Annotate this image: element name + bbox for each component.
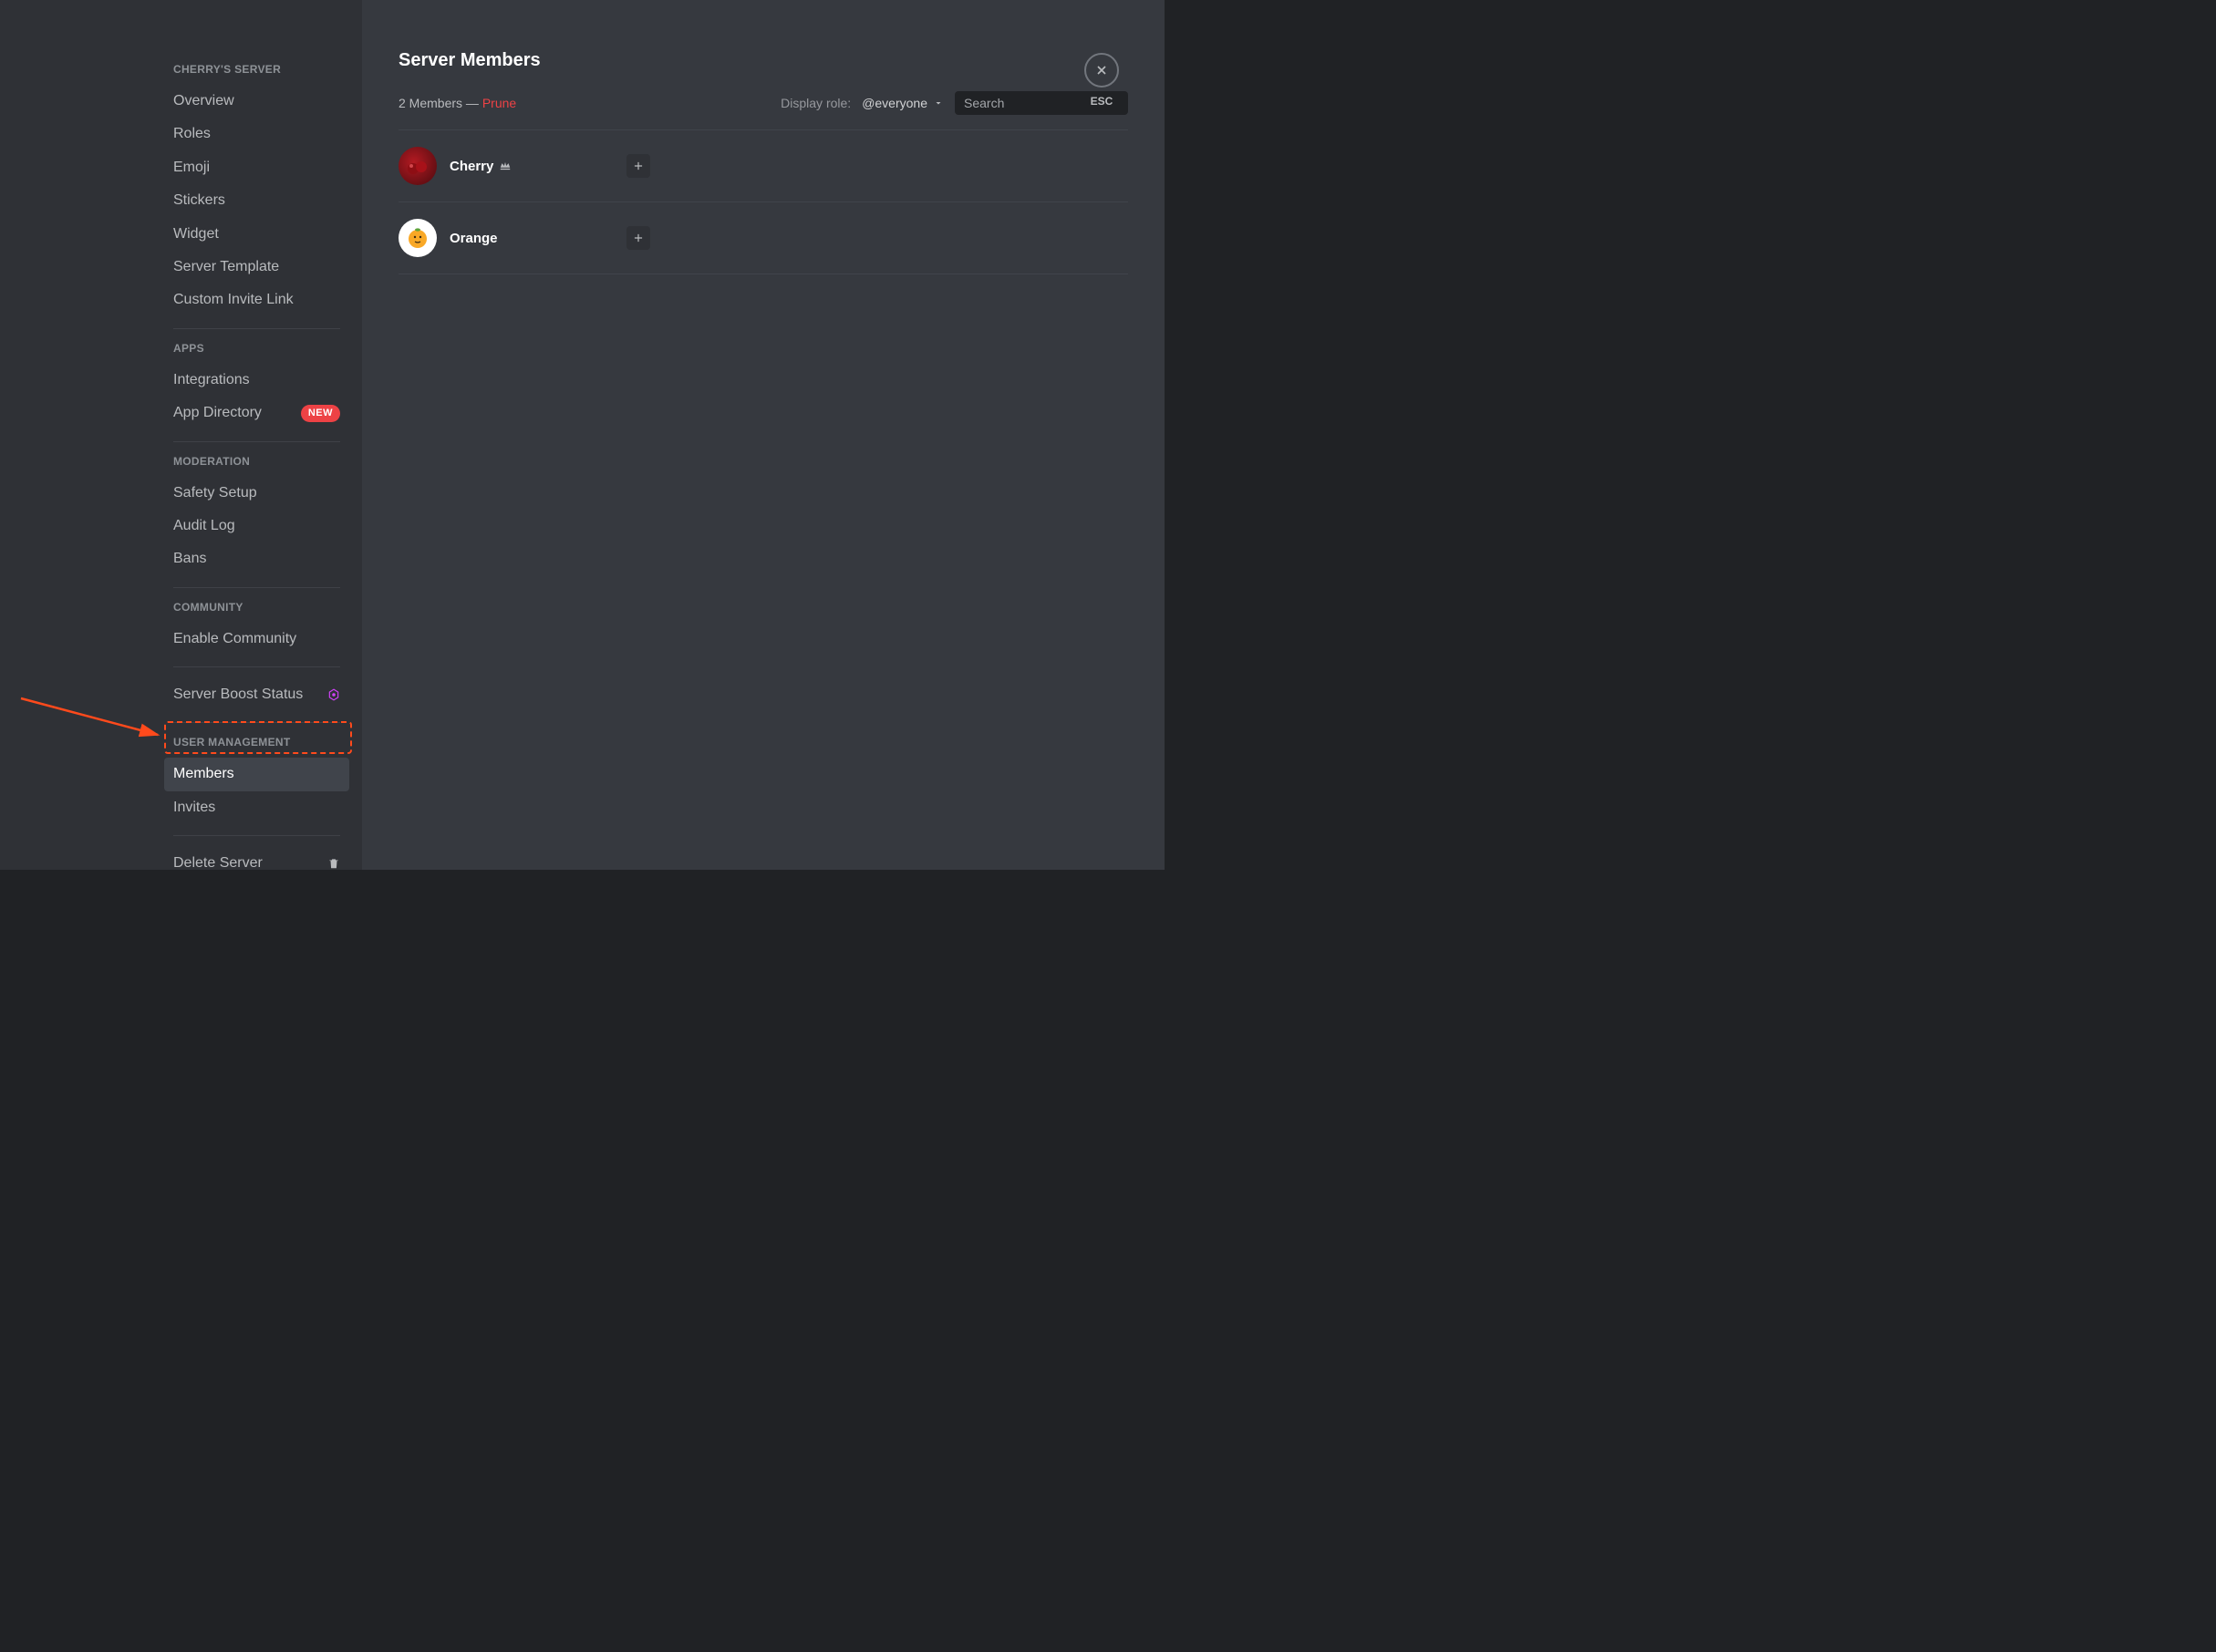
sidebar-item-bans[interactable]: Bans: [173, 542, 340, 575]
sidebar-item-roles[interactable]: Roles: [173, 118, 340, 150]
sidebar-item-label: Custom Invite Link: [173, 290, 294, 310]
member-row[interactable]: Cherry: [399, 130, 1128, 202]
sidebar-item-label: Emoji: [173, 158, 210, 178]
role-select[interactable]: @everyone: [862, 96, 944, 110]
divider: [173, 587, 340, 588]
sidebar-item-label: Enable Community: [173, 629, 296, 649]
chevron-down-icon: [933, 98, 944, 108]
member-name-text: Cherry: [450, 159, 493, 174]
toolbar-right: Display role: @everyone: [781, 91, 1128, 115]
plus-icon: [632, 160, 645, 172]
orange-avatar-icon: [405, 225, 430, 251]
section-header-user-management: USER MANAGEMENT: [173, 736, 340, 749]
sidebar-item-label: Overview: [173, 91, 234, 111]
close-icon: [1094, 63, 1109, 77]
member-name: Cherry: [450, 159, 614, 174]
sidebar-item-server-template[interactable]: Server Template: [173, 251, 340, 284]
role-selected-value: @everyone: [862, 96, 927, 110]
sidebar-item-label: Invites: [173, 798, 215, 818]
display-role-label: Display role:: [781, 96, 851, 110]
trash-icon: [327, 857, 340, 870]
section-header-server: CHERRY'S SERVER: [173, 63, 340, 76]
sidebar-item-label: Server Boost Status: [173, 685, 303, 705]
section-header-apps: APPS: [173, 342, 340, 355]
member-count: 2 Members — Prune: [399, 96, 516, 110]
member-row[interactable]: Orange: [399, 202, 1128, 274]
boost-icon: [327, 688, 340, 701]
page-title: Server Members: [399, 50, 1128, 71]
sidebar-item-label: Delete Server: [173, 853, 263, 873]
member-count-text: 2 Members —: [399, 96, 479, 110]
sidebar-item-label: Audit Log: [173, 516, 235, 536]
divider: [173, 835, 340, 836]
sidebar-item-emoji[interactable]: Emoji: [173, 151, 340, 184]
sidebar-item-custom-invite-link[interactable]: Custom Invite Link: [173, 284, 340, 316]
sidebar-item-delete-server[interactable]: Delete Server: [173, 847, 340, 880]
divider: [173, 666, 340, 667]
sidebar-item-label: App Directory: [173, 403, 262, 423]
members-toolbar: 2 Members — Prune Display role: @everyon…: [399, 91, 1128, 115]
sidebar-item-invites[interactable]: Invites: [173, 791, 340, 824]
sidebar-item-label: Members: [173, 764, 234, 784]
sidebar-item-enable-community[interactable]: Enable Community: [173, 623, 340, 656]
sidebar-item-app-directory[interactable]: App Directory NEW: [173, 397, 340, 429]
esc-label: ESC: [1091, 95, 1113, 108]
sidebar-item-members[interactable]: Members: [164, 758, 349, 790]
sidebar-item-server-boost[interactable]: Server Boost Status: [173, 678, 340, 711]
sidebar-item-stickers[interactable]: Stickers: [173, 184, 340, 217]
new-badge: NEW: [301, 405, 340, 422]
section-header-moderation: MODERATION: [173, 455, 340, 468]
sidebar-item-audit-log[interactable]: Audit Log: [173, 510, 340, 542]
member-name: Orange: [450, 231, 614, 246]
plus-icon: [632, 232, 645, 244]
add-role-button[interactable]: [626, 226, 650, 250]
avatar: [399, 147, 437, 185]
sidebar-item-safety-setup[interactable]: Safety Setup: [173, 477, 340, 510]
close-circle: [1084, 53, 1119, 88]
cherry-avatar-icon: [404, 152, 431, 180]
section-header-community: COMMUNITY: [173, 601, 340, 614]
add-role-button[interactable]: [626, 154, 650, 178]
sidebar-item-label: Integrations: [173, 370, 250, 390]
sidebar-item-overview[interactable]: Overview: [173, 85, 340, 118]
divider: [173, 722, 340, 723]
sidebar-item-label: Bans: [173, 549, 206, 569]
prune-link[interactable]: Prune: [482, 96, 516, 110]
sidebar-item-label: Server Template: [173, 257, 279, 277]
settings-sidebar: CHERRY'S SERVER Overview Roles Emoji Sti…: [0, 0, 362, 870]
close-button[interactable]: ESC: [1084, 53, 1119, 108]
sidebar-item-widget[interactable]: Widget: [173, 218, 340, 251]
sidebar-item-label: Widget: [173, 224, 219, 244]
avatar: [399, 219, 437, 257]
divider: [173, 328, 340, 329]
divider: [173, 441, 340, 442]
sidebar-item-label: Safety Setup: [173, 483, 257, 503]
member-name-text: Orange: [450, 231, 498, 246]
main-content: Server Members 2 Members — Prune Display…: [362, 0, 1165, 870]
owner-crown-icon: [499, 160, 512, 172]
sidebar-item-label: Stickers: [173, 191, 225, 211]
sidebar-item-integrations[interactable]: Integrations: [173, 364, 340, 397]
sidebar-item-label: Roles: [173, 124, 211, 144]
